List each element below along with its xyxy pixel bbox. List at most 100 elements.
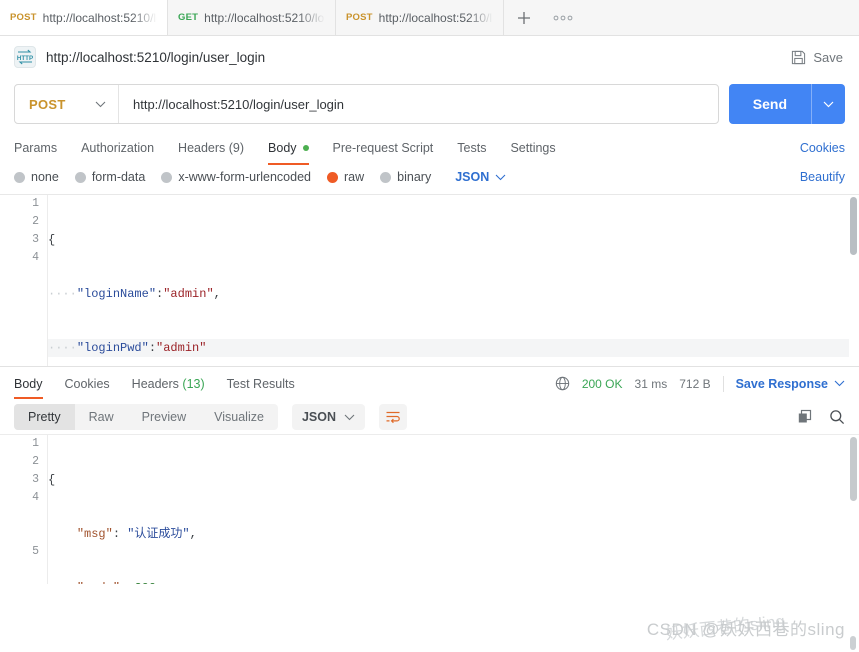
request-tab-2-method: GET [178, 12, 199, 23]
page-scrollbar-thumb[interactable] [850, 636, 856, 650]
body-modified-dot-icon [302, 145, 309, 151]
request-tab-2-url: http://localhost:5210/logi [204, 10, 325, 25]
cookies-link[interactable]: Cookies [800, 141, 845, 155]
tab-params-label: Params [14, 141, 58, 155]
request-body-code[interactable]: { ····"loginName":"admin", ····"loginPwd… [48, 195, 849, 366]
svg-text:HTTP: HTTP [17, 55, 33, 62]
radio-icon [161, 171, 173, 183]
request-tab-3[interactable]: POST http://localhost:5210/log [336, 0, 504, 35]
tab-settings[interactable]: Settings [510, 134, 555, 162]
response-tab-test-results-label: Test Results [226, 376, 295, 391]
request-tab-1[interactable]: POST http://localhost:5210/log [0, 0, 168, 35]
response-gutter: 1 2 3 4 5 [0, 435, 48, 584]
response-status-code: 200 OK [581, 376, 623, 391]
request-body-editor[interactable]: 1 2 3 4 { ····"loginName":"admin", ····"… [0, 194, 859, 366]
response-tab-test-results[interactable]: Test Results [227, 367, 295, 401]
response-view-pretty[interactable]: Pretty [14, 404, 75, 430]
radio-selected-icon [327, 171, 338, 183]
tab-body-label: Body [268, 141, 297, 155]
url-input[interactable]: http://localhost:5210/login/user_login [119, 85, 718, 123]
code-indent: ···· [48, 341, 77, 355]
line-number: 1 [32, 197, 39, 210]
response-view-preview[interactable]: Preview [128, 404, 200, 430]
request-editor-gutter: 1 2 3 4 [0, 195, 48, 366]
globe-icon [555, 376, 570, 391]
send-options-button[interactable] [811, 84, 845, 124]
request-editor-scrollbar[interactable] [850, 197, 857, 255]
code-indent: ···· [48, 287, 77, 301]
response-view-visualize[interactable]: Visualize [200, 404, 278, 430]
tab-params[interactable]: Params [14, 134, 57, 162]
code-key: "loginPwd" [76, 341, 149, 355]
line-number: 4 [32, 251, 39, 264]
request-tab-3-url: http://localhost:5210/log [378, 10, 493, 25]
body-type-urlencoded-label: x-www-form-urlencoded [178, 170, 311, 184]
response-format-value: JSON [301, 410, 336, 424]
save-response-label: Save Response [735, 376, 828, 391]
body-type-none[interactable]: none [14, 170, 59, 184]
tab-tests[interactable]: Tests [457, 134, 486, 162]
divider [722, 375, 724, 392]
tab-body[interactable]: Body [268, 134, 309, 165]
tab-bar-filler [582, 0, 859, 35]
code-value: "admin" [156, 341, 207, 355]
line-number: 1 [32, 437, 39, 450]
response-view-raw[interactable]: Raw [75, 404, 128, 430]
body-type-urlencoded[interactable]: x-www-form-urlencoded [161, 170, 311, 184]
body-type-binary[interactable]: binary [380, 170, 431, 184]
request-tab-2[interactable]: GET http://localhost:5210/logi [168, 0, 336, 35]
response-toolbar: Pretty Raw Preview Visualize JSON [0, 400, 859, 434]
response-tab-headers[interactable]: Headers (13) [132, 367, 205, 401]
response-time: 31 ms [634, 376, 668, 391]
code-brace: { [48, 473, 56, 487]
save-icon [792, 50, 806, 64]
request-tab-3-method: POST [346, 12, 373, 23]
save-button[interactable]: Save [791, 50, 843, 65]
url-row: POST http://localhost:5210/login/user_lo… [0, 78, 859, 134]
request-header-row: HTTP http://localhost:5210/login/user_lo… [0, 36, 859, 78]
save-response-button[interactable]: Save Response [736, 377, 845, 391]
tab-authorization[interactable]: Authorization [81, 134, 154, 162]
code-line: { [48, 471, 847, 489]
code-line: "code": 200, [48, 579, 847, 584]
response-tab-cookies[interactable]: Cookies [65, 367, 110, 401]
tab-pre-request-script[interactable]: Pre-request Script [333, 134, 434, 162]
beautify-button[interactable]: Beautify [800, 170, 845, 184]
response-meta-row: Body Cookies Headers (13) Test Results 2… [0, 366, 859, 400]
wrap-text-icon [386, 411, 400, 424]
body-type-raw[interactable]: raw [327, 170, 364, 184]
ellipsis-icon [553, 15, 573, 20]
wrap-lines-button[interactable] [379, 404, 407, 430]
request-section-tabs: Params Authorization Headers (9) Body Pr… [0, 134, 859, 165]
request-tab-1-method: POST [10, 12, 37, 23]
radio-icon [74, 171, 86, 183]
response-tab-body[interactable]: Body [14, 367, 43, 401]
copy-button[interactable] [797, 409, 813, 425]
tab-options-button[interactable] [544, 0, 582, 35]
response-tab-headers-label: Headers [131, 376, 179, 391]
line-number: 2 [32, 455, 39, 468]
search-button[interactable] [829, 409, 845, 425]
code-key: "loginName" [76, 287, 157, 301]
code-comma: , [213, 287, 221, 301]
code-colon: : [148, 341, 157, 355]
code-value: 200 [134, 581, 156, 584]
send-button[interactable]: Send [729, 84, 811, 124]
code-colon: : [120, 581, 134, 584]
new-tab-button[interactable] [504, 0, 544, 35]
watermark: CSDN @妖妖西巷的sling [646, 620, 845, 639]
radio-icon [14, 171, 25, 183]
response-body-viewer[interactable]: 1 2 3 4 5 { "msg": "认证成功", "code": 200, … [0, 434, 859, 584]
response-tab-cookies-label: Cookies [64, 376, 110, 391]
method-select[interactable]: POST [15, 85, 119, 123]
body-type-form-data[interactable]: form-data [74, 170, 145, 184]
code-value: "认证成功" [127, 527, 190, 541]
body-format-select[interactable]: JSON [455, 170, 506, 184]
response-format-select[interactable]: JSON [291, 404, 365, 430]
tab-headers[interactable]: Headers (9) [178, 134, 244, 162]
request-tab-bar: POST http://localhost:5210/log GET http:… [0, 0, 859, 36]
chevron-down-icon [344, 414, 355, 420]
response-scrollbar[interactable] [850, 437, 857, 501]
body-type-binary-label: binary [397, 170, 432, 184]
line-number: 2 [32, 215, 39, 228]
